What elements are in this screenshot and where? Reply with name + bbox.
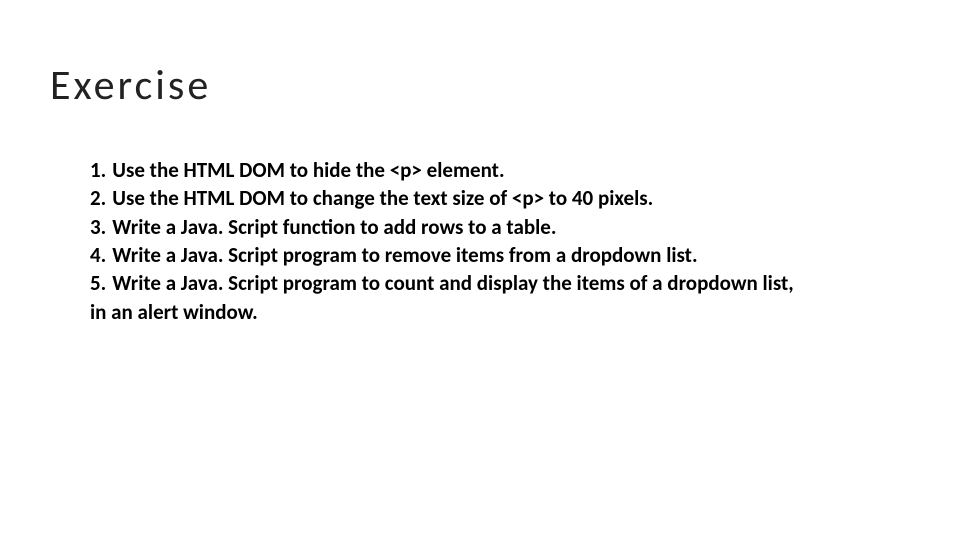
list-number: 1. <box>90 156 106 184</box>
list-item: 4. Write a Java. Script program to remov… <box>90 241 910 269</box>
list-continuation: in an alert window. <box>90 298 910 326</box>
list-item: 2. Use the HTML DOM to change the text s… <box>90 184 910 212</box>
list-item: 3. Write a Java. Script function to add … <box>90 213 910 241</box>
list-item: 1. Use the HTML DOM to hide the <p> elem… <box>90 156 910 184</box>
list-text: Use the HTML DOM to hide the <p> element… <box>106 156 504 184</box>
list-number: 3. <box>90 213 106 241</box>
list-text: Write a Java. Script program to remove i… <box>106 241 697 269</box>
list-text: Use the HTML DOM to change the text size… <box>106 184 653 212</box>
list-text: Write a Java. Script program to count an… <box>106 269 793 297</box>
list-item: 5. Write a Java. Script program to count… <box>90 269 910 297</box>
page-title: Exercise <box>50 60 910 111</box>
slide-container: Exercise 1. Use the HTML DOM to hide the… <box>0 0 960 326</box>
list-number: 5. <box>90 269 106 297</box>
exercise-list: 1. Use the HTML DOM to hide the <p> elem… <box>50 156 910 326</box>
list-number: 2. <box>90 184 106 212</box>
list-number: 4. <box>90 241 106 269</box>
list-text: Write a Java. Script function to add row… <box>106 213 556 241</box>
